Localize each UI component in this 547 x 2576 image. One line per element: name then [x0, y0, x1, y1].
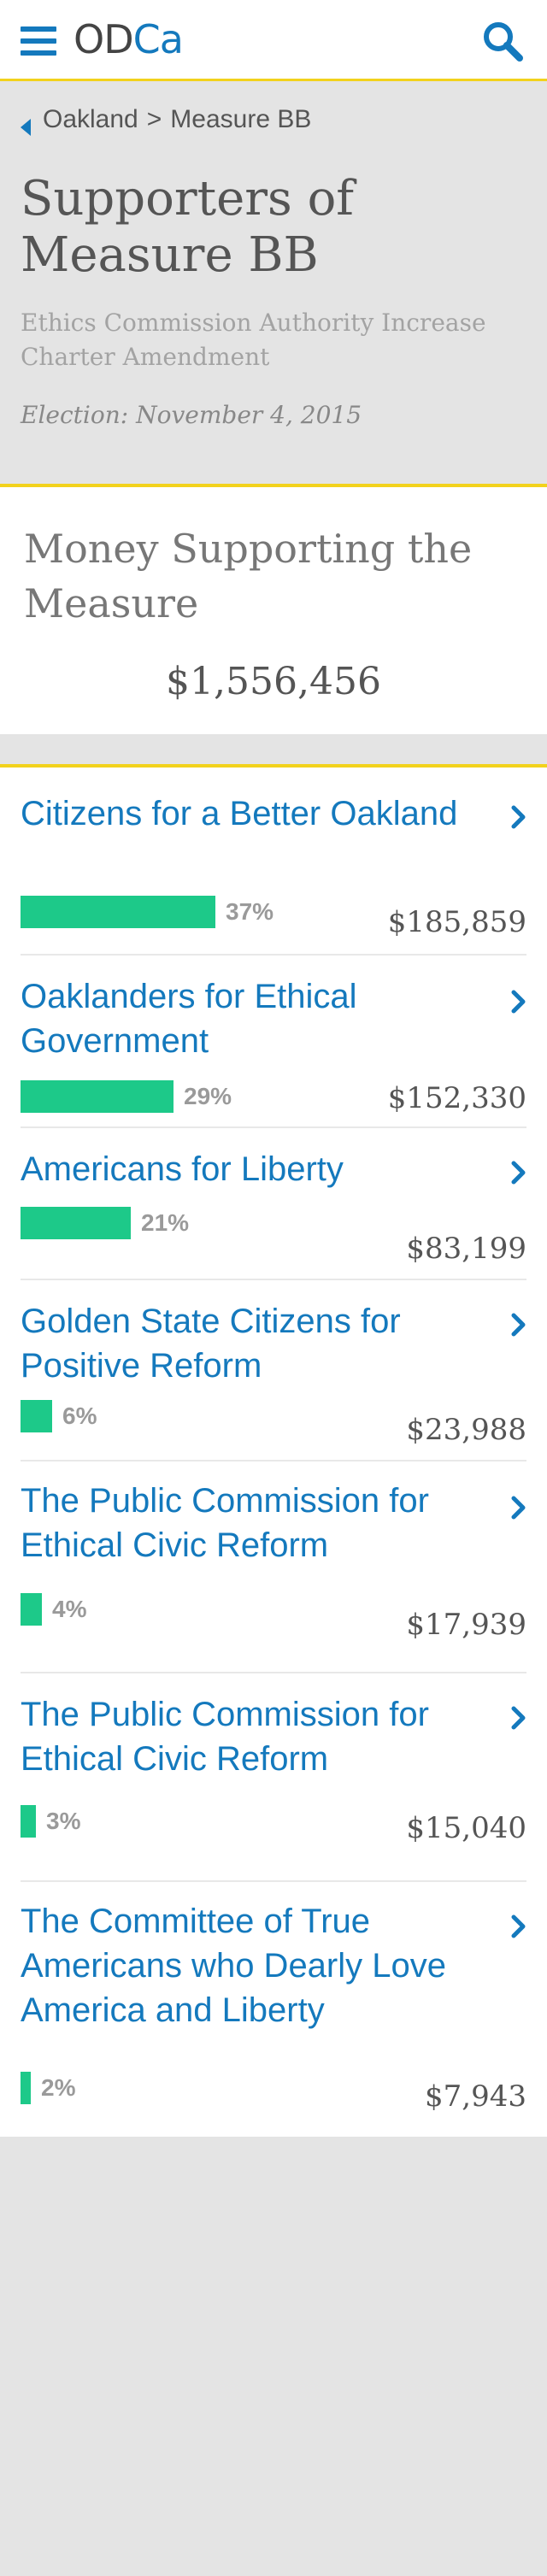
search-icon[interactable]: [480, 19, 525, 63]
breadcrumb-current: Measure BB: [170, 105, 312, 133]
share-bar: [21, 2072, 31, 2104]
supporter-row[interactable]: Oaklanders for Ethical Government 29% $1…: [0, 956, 547, 1128]
supporter-name[interactable]: Golden State Citizens for Positive Refor…: [21, 1299, 499, 1388]
site-logo[interactable]: ODCa: [74, 15, 184, 63]
supporter-row[interactable]: The Public Commission for Ethical Civic …: [0, 1461, 547, 1673]
supporter-row[interactable]: Americans for Liberty 21% $83,199: [0, 1128, 547, 1280]
breadcrumb: Oakland > Measure BB: [21, 103, 311, 137]
supporter-row[interactable]: The Public Commission for Ethical Civic …: [0, 1673, 547, 1882]
measure-subtitle: Ethics Commission Authority Increase Cha…: [21, 309, 486, 371]
supporter-row[interactable]: Golden State Citizens for Positive Refor…: [0, 1280, 547, 1461]
share-bar: [21, 1805, 36, 1838]
supporter-amount: $152,330: [387, 1081, 526, 1115]
chevron-right-icon[interactable]: [511, 1914, 526, 1938]
share-bar: [21, 1400, 52, 1432]
election-date: Election: November 4, 2015: [21, 398, 362, 432]
breadcrumb-separator: >: [146, 105, 162, 133]
money-summary-total: $1,556,456: [166, 660, 381, 703]
supporter-amount: $23,988: [406, 1413, 526, 1447]
share-bar: [21, 1207, 131, 1239]
supporter-amount: $185,859: [387, 905, 526, 939]
share-percent: 6%: [62, 1403, 97, 1429]
chevron-left-icon[interactable]: [21, 111, 32, 136]
supporter-row[interactable]: Citizens for a Better Oakland 37% $185,8…: [0, 768, 547, 956]
share-bar: [21, 1080, 174, 1113]
supporter-amount: $7,943: [425, 2079, 526, 2114]
chevron-right-icon[interactable]: [511, 1313, 526, 1337]
supporter-name[interactable]: Citizens for a Better Oakland: [21, 791, 499, 836]
supporter-name[interactable]: The Public Commission for Ethical Civic …: [21, 1692, 499, 1781]
supporter-name[interactable]: The Committee of True Americans who Dear…: [21, 1899, 499, 2032]
share-percent: 37%: [226, 898, 274, 925]
supporter-row[interactable]: The Committee of True Americans who Dear…: [0, 1882, 547, 2140]
chevron-right-icon[interactable]: [511, 990, 526, 1014]
supporter-amount: $83,199: [406, 1232, 526, 1266]
share-percent: 3%: [46, 1808, 81, 1834]
top-bar: ODCa: [0, 0, 547, 81]
chevron-right-icon[interactable]: [511, 805, 526, 829]
money-summary-card: Money Supporting the Measure $1,556,456: [0, 484, 547, 734]
share-bar: [21, 1593, 42, 1626]
share-percent: 21%: [141, 1209, 190, 1236]
chevron-right-icon[interactable]: [511, 1496, 526, 1520]
election-date-value: November 4, 2015: [136, 401, 362, 429]
supporter-name[interactable]: Americans for Liberty: [21, 1147, 499, 1191]
supporter-name[interactable]: Oaklanders for Ethical Government: [21, 974, 499, 1063]
hamburger-menu-icon[interactable]: [21, 26, 56, 56]
money-summary-title: Money Supporting the Measure: [24, 526, 473, 626]
chevron-right-icon[interactable]: [511, 1161, 526, 1185]
share-bar: [21, 896, 215, 928]
election-label: Election:: [21, 401, 129, 429]
supporter-amount: $15,040: [406, 1811, 526, 1845]
supporters-list: Citizens for a Better Oakland 37% $185,8…: [0, 764, 547, 2137]
supporter-name[interactable]: The Public Commission for Ethical Civic …: [21, 1479, 499, 1567]
page-title: Supporters of Measure BB: [21, 171, 355, 283]
share-percent: 4%: [52, 1596, 87, 1622]
breadcrumb-oakland-link[interactable]: Oakland: [43, 103, 138, 137]
share-percent: 2%: [41, 2074, 76, 2101]
share-percent: 29%: [184, 1083, 232, 1109]
supporter-amount: $17,939: [406, 1608, 526, 1642]
chevron-right-icon[interactable]: [511, 1706, 526, 1730]
